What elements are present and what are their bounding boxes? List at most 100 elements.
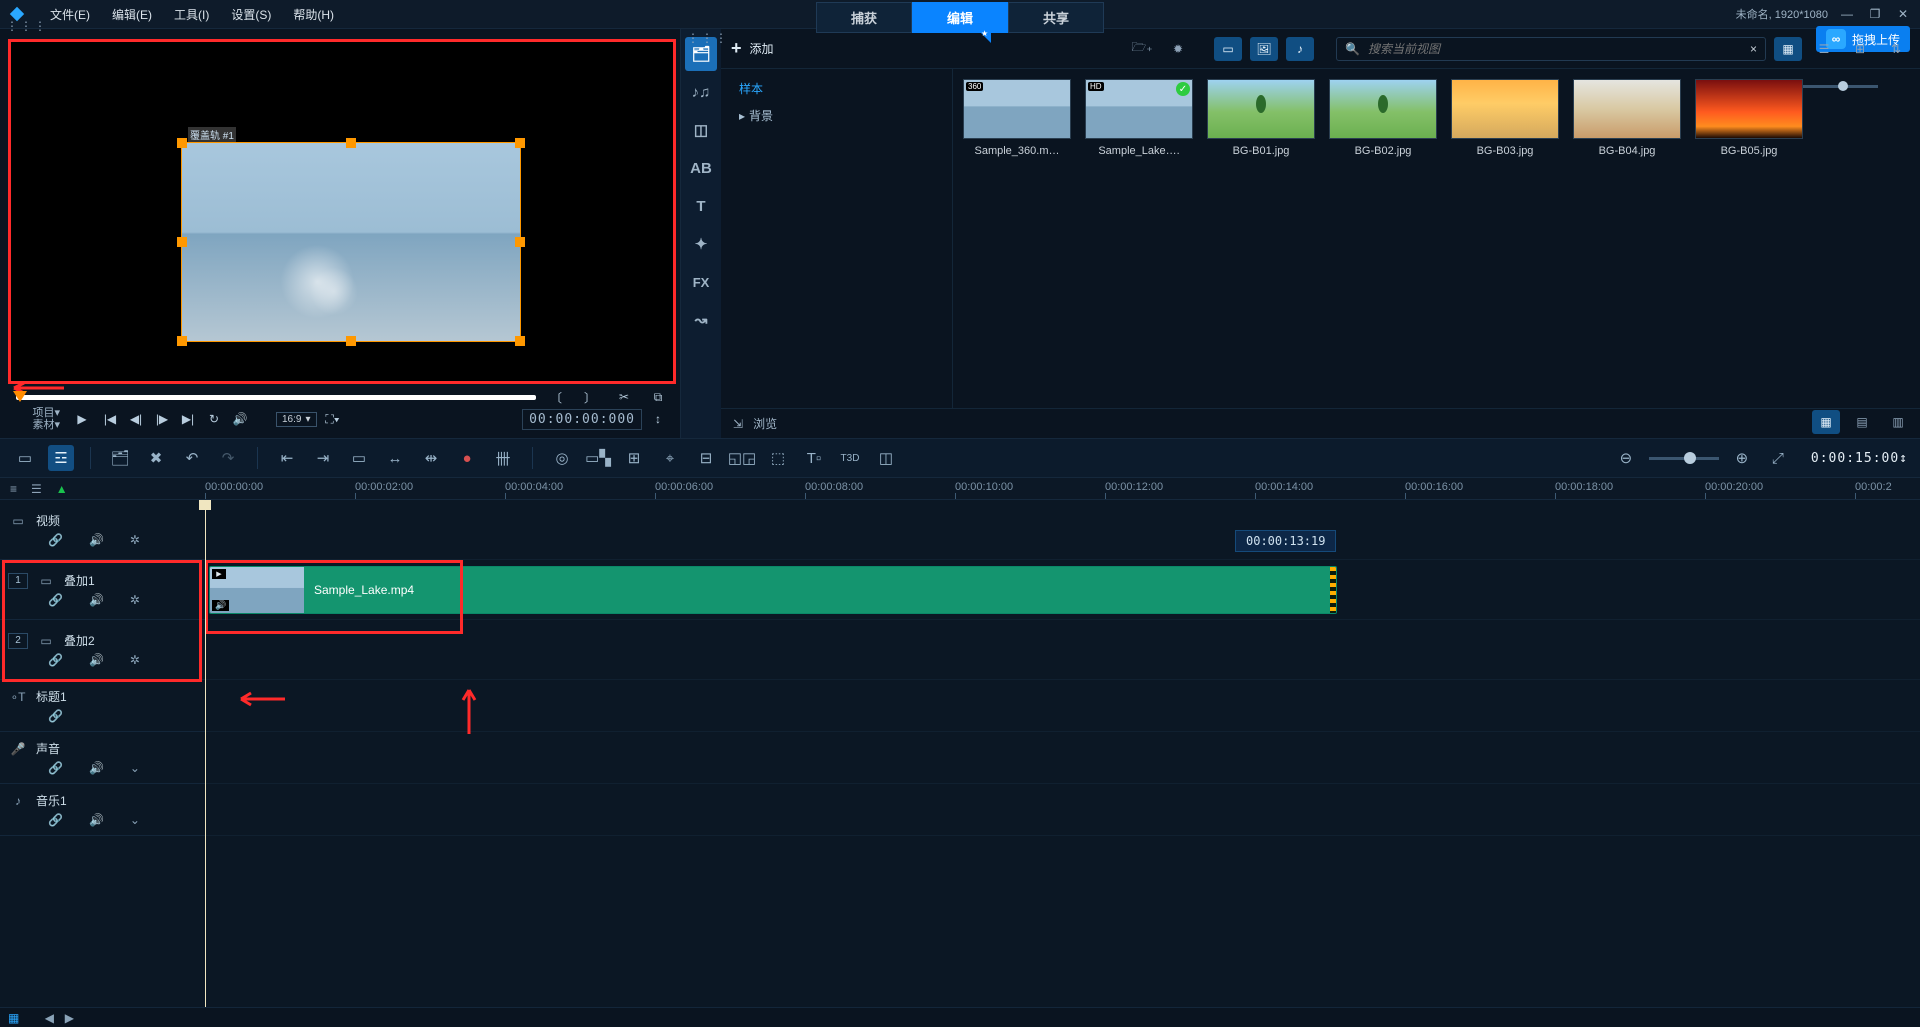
link-icon[interactable]: 🔗 xyxy=(48,813,63,827)
tools-icon[interactable]: ✖ xyxy=(143,445,169,471)
zoom-timecode[interactable]: 0:00:15:00↕ xyxy=(1811,451,1908,466)
resize-handle[interactable] xyxy=(177,336,187,346)
mixer-icon[interactable]: 卌 xyxy=(490,445,516,471)
marker-icon[interactable]: ▭▚ xyxy=(585,445,611,471)
restore-icon[interactable]: ❐ xyxy=(1866,7,1884,21)
preview-timecode[interactable]: 00:00:00:000 xyxy=(522,409,642,430)
clip-end-handle[interactable] xyxy=(1330,567,1336,613)
toggle-all-tracks-icon[interactable]: ≡ xyxy=(10,482,17,496)
track-header-overlay1[interactable]: 1▭叠加1 🔗🔊✲ xyxy=(0,560,205,620)
aspect-ratio-selector[interactable]: 16:9▾ xyxy=(276,412,317,427)
filter-audio-icon[interactable]: ♪ xyxy=(1286,37,1314,61)
mode-project[interactable]: 项目▾ xyxy=(32,407,60,419)
lock-icon[interactable]: ✲ xyxy=(130,653,140,667)
undo-icon[interactable]: ↶ xyxy=(179,445,205,471)
track-header-video[interactable]: ▭视频 🔗🔊✲ xyxy=(0,500,205,560)
category-graphics-icon[interactable]: ✦ xyxy=(685,227,717,261)
scroll-right-icon[interactable]: ▶ xyxy=(61,1011,77,1025)
loop-button[interactable]: ↻ xyxy=(204,409,224,429)
filter-video-icon[interactable]: ▭ xyxy=(1214,37,1242,61)
menu-help[interactable]: 帮助(H) xyxy=(283,3,344,26)
panel-layout-c-icon[interactable]: ▥ xyxy=(1884,410,1912,434)
close-icon[interactable]: ✕ xyxy=(1894,7,1912,21)
resize-handle[interactable] xyxy=(346,138,356,148)
expand-icon[interactable]: ⌄ xyxy=(130,761,140,775)
category-text-icon[interactable]: T xyxy=(685,189,717,223)
library-search[interactable]: 🔍 × xyxy=(1336,37,1766,61)
storyboard-view-icon[interactable]: ▭ xyxy=(12,445,38,471)
split-screen-icon[interactable]: ◫ xyxy=(873,445,899,471)
panel-layout-b-icon[interactable]: ▤ xyxy=(1848,410,1876,434)
text-tool-icon[interactable]: T▫ xyxy=(801,445,827,471)
timeline-lane-area[interactable]: ▶ 🔊 Sample_Lake.mp4 xyxy=(205,500,1920,1007)
panel-layout-a-icon[interactable]: ▦ xyxy=(1812,410,1840,434)
timeline-layout-icon[interactable]: ▦ xyxy=(8,1011,19,1025)
record-icon[interactable]: ● xyxy=(454,445,480,471)
search-input[interactable] xyxy=(1368,42,1742,56)
zoom-slider[interactable] xyxy=(1649,457,1719,460)
tree-item-samples[interactable]: 样本 xyxy=(721,75,952,102)
menu-file[interactable]: 文件(E) xyxy=(40,3,100,26)
open-project-icon[interactable]: 🗂 xyxy=(107,445,133,471)
goto-end-button[interactable]: ▶| xyxy=(178,409,198,429)
library-item[interactable]: HD✓ Sample_Lake…. xyxy=(1085,79,1193,157)
timeline-ruler[interactable]: 00:00:00:00 00:00:02:00 00:00:04:00 00:0… xyxy=(205,478,1920,499)
track-header-music[interactable]: ♪音乐1 🔗🔊⌄ xyxy=(0,784,205,836)
track-list-icon[interactable]: ☰ xyxy=(31,482,42,496)
fit-timeline-icon[interactable]: ⤢ xyxy=(1765,445,1791,471)
timecode-stepper-icon[interactable]: ↕ xyxy=(648,409,668,429)
zoom-in-icon[interactable]: ⊕ xyxy=(1729,445,1755,471)
menu-edit[interactable]: 编辑(E) xyxy=(102,3,162,26)
lock-icon[interactable]: ✲ xyxy=(130,533,140,547)
category-title-ab-icon[interactable]: AB xyxy=(685,151,717,185)
minimize-icon[interactable]: — xyxy=(1838,7,1856,21)
resize-handle[interactable] xyxy=(177,237,187,247)
subtitle-icon[interactable]: ⊟ xyxy=(693,445,719,471)
link-icon[interactable]: 🔗 xyxy=(48,709,63,723)
library-item[interactable]: BG-B03.jpg xyxy=(1451,79,1559,157)
next-frame-button[interactable]: |▶ xyxy=(152,409,172,429)
browse-expand-icon[interactable]: ⇲ xyxy=(733,417,743,431)
track-header-audio[interactable]: 🎤声音 🔗🔊⌄ xyxy=(0,732,205,784)
link-icon[interactable]: 🔗 xyxy=(48,533,63,547)
library-item[interactable]: BG-B02.jpg xyxy=(1329,79,1437,157)
category-path-icon[interactable]: ↝ xyxy=(685,303,717,337)
zoom-out-icon[interactable]: ⊖ xyxy=(1613,445,1639,471)
capture-icon[interactable]: ✹ xyxy=(1164,37,1192,61)
timeline-clip[interactable]: ▶ 🔊 Sample_Lake.mp4 xyxy=(209,566,1337,614)
scroll-up-icon[interactable]: ▲ xyxy=(56,482,68,496)
preview-viewport[interactable]: 覆盖轨 #1 xyxy=(8,39,676,384)
category-fx-icon[interactable]: FX xyxy=(685,265,717,299)
library-item[interactable]: 360 Sample_360.m… xyxy=(963,79,1071,157)
link-icon[interactable]: 🔗 xyxy=(48,593,63,607)
tree-item-background[interactable]: ▸背景 xyxy=(721,102,952,129)
filter-photo-icon[interactable]: 🖼 xyxy=(1250,37,1278,61)
goto-start-button[interactable]: |◀ xyxy=(100,409,120,429)
library-item[interactable]: BG-B05.jpg xyxy=(1695,79,1803,157)
resize-handle[interactable] xyxy=(515,336,525,346)
range-icon[interactable]: ▭ xyxy=(346,445,372,471)
expand-preview-button[interactable]: ⛶▾ xyxy=(323,409,343,429)
category-transition-icon[interactable]: ◫ xyxy=(685,113,717,147)
browse-label[interactable]: 浏览 xyxy=(753,415,777,432)
favorites-flag-icon[interactable] xyxy=(977,29,991,43)
category-audio-icon[interactable]: ♪♫ xyxy=(685,75,717,109)
track-header-title[interactable]: ∘T标题1 🔗 xyxy=(0,680,205,732)
mute-icon[interactable]: 🔊 xyxy=(89,813,104,827)
redo-icon[interactable]: ↷ xyxy=(215,445,241,471)
menu-tools[interactable]: 工具(I) xyxy=(164,3,219,26)
mute-icon[interactable]: 🔊 xyxy=(89,653,104,667)
preview-scrubber[interactable] xyxy=(16,395,536,400)
prev-frame-button[interactable]: ◀| xyxy=(126,409,146,429)
mute-icon[interactable]: 🔊 xyxy=(89,761,104,775)
trim-left-icon[interactable]: ⇤ xyxy=(274,445,300,471)
resize-handle[interactable] xyxy=(346,336,356,346)
resize-handle[interactable] xyxy=(515,237,525,247)
mask-icon[interactable]: ⬚ xyxy=(765,445,791,471)
track-motion-icon[interactable]: ⌖ xyxy=(657,445,683,471)
import-folder-icon[interactable]: 🗁₊ xyxy=(1128,37,1156,61)
resize-handle[interactable] xyxy=(515,138,525,148)
mute-icon[interactable]: 🔊 xyxy=(89,533,104,547)
panel-grip-icon[interactable]: ⋮⋮⋮ xyxy=(6,19,48,33)
view-grid-icon[interactable]: ⊞ xyxy=(1846,37,1874,61)
